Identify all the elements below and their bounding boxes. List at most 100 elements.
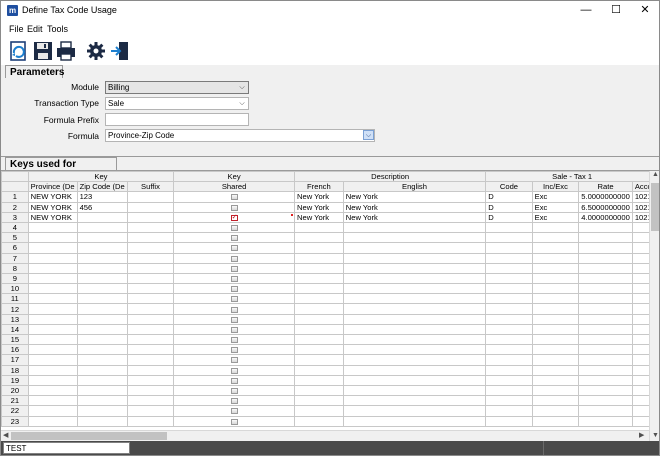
save-icon[interactable]	[32, 39, 54, 63]
empty-cell[interactable]	[531, 364, 580, 376]
tab-parameters[interactable]: Parameters	[5, 65, 64, 79]
empty-cell[interactable]	[578, 364, 633, 376]
horizontal-scroll-thumb[interactable]	[11, 432, 167, 440]
empty-cell[interactable]	[485, 405, 533, 417]
empty-cell[interactable]	[294, 395, 344, 407]
empty-cell[interactable]	[126, 364, 175, 376]
shared-checkbox[interactable]	[230, 265, 238, 272]
cell-inc-exc[interactable]: Exc	[531, 191, 580, 203]
shared-checkbox[interactable]	[230, 213, 238, 221]
empty-cell[interactable]	[27, 364, 78, 376]
empty-cell[interactable]	[76, 384, 128, 397]
empty-cell[interactable]	[173, 272, 296, 285]
menu-edit[interactable]: Edit	[27, 24, 43, 34]
table-row[interactable]: 10	[1, 283, 659, 295]
cell-inc-exc[interactable]: Exc	[531, 211, 580, 223]
empty-cell[interactable]	[126, 415, 175, 427]
cell-english[interactable]: New York	[342, 191, 487, 203]
table-row[interactable]: 14	[1, 323, 659, 336]
empty-cell[interactable]	[578, 323, 633, 336]
empty-cell[interactable]	[126, 283, 175, 295]
empty-cell[interactable]	[76, 242, 128, 254]
empty-cell[interactable]	[578, 405, 633, 417]
empty-cell[interactable]	[126, 313, 175, 325]
empty-cell[interactable]	[342, 232, 487, 244]
table-row[interactable]: 13	[1, 313, 659, 325]
empty-cell[interactable]	[27, 333, 78, 346]
shared-checkbox[interactable]	[230, 418, 238, 425]
table-row[interactable]: 8	[1, 262, 659, 274]
cell-code[interactable]: D	[485, 201, 533, 213]
empty-cell[interactable]	[76, 283, 128, 295]
cell-zip-code[interactable]: 123	[76, 191, 128, 203]
shared-checkbox[interactable]	[230, 306, 238, 313]
empty-cell[interactable]	[76, 344, 128, 356]
empty-cell[interactable]	[173, 395, 296, 407]
cell-english[interactable]: New York	[342, 201, 487, 213]
empty-cell[interactable]	[485, 364, 533, 376]
column-header-shared[interactable]: Shared	[173, 181, 296, 193]
column-header-zip-code[interactable]: Zip Code (De	[76, 181, 128, 193]
empty-cell[interactable]	[531, 405, 580, 417]
empty-cell[interactable]	[294, 374, 344, 386]
empty-cell[interactable]	[485, 384, 533, 397]
empty-cell[interactable]	[342, 283, 487, 295]
table-row[interactable]: 21	[1, 395, 659, 407]
cell-inc-exc[interactable]: Exc	[531, 201, 580, 213]
empty-cell[interactable]	[76, 323, 128, 336]
empty-cell[interactable]	[173, 374, 296, 386]
empty-cell[interactable]	[27, 344, 78, 356]
empty-cell[interactable]	[531, 262, 580, 274]
empty-cell[interactable]	[578, 252, 633, 264]
empty-cell[interactable]	[531, 221, 580, 234]
empty-cell[interactable]	[342, 374, 487, 386]
empty-cell[interactable]	[294, 232, 344, 244]
empty-cell[interactable]	[76, 252, 128, 264]
empty-cell[interactable]	[294, 313, 344, 325]
shared-checkbox[interactable]	[230, 286, 238, 293]
empty-cell[interactable]	[578, 283, 633, 295]
empty-cell[interactable]	[531, 384, 580, 397]
table-row[interactable]: 18	[1, 364, 659, 376]
empty-cell[interactable]	[27, 272, 78, 285]
table-row[interactable]: 16	[1, 344, 659, 356]
empty-cell[interactable]	[485, 344, 533, 356]
empty-cell[interactable]	[76, 333, 128, 346]
table-row[interactable]: 15	[1, 333, 659, 346]
empty-cell[interactable]	[27, 262, 78, 274]
shared-checkbox[interactable]	[230, 316, 238, 323]
empty-cell[interactable]	[578, 395, 633, 407]
empty-cell[interactable]	[485, 354, 533, 366]
empty-cell[interactable]	[531, 354, 580, 366]
empty-cell[interactable]	[485, 303, 533, 315]
empty-cell[interactable]	[173, 384, 296, 397]
empty-cell[interactable]	[126, 333, 175, 346]
column-header-code[interactable]: Code	[485, 181, 533, 193]
shared-checkbox[interactable]	[230, 377, 238, 384]
empty-cell[interactable]	[294, 252, 344, 264]
empty-cell[interactable]	[294, 354, 344, 366]
empty-cell[interactable]	[342, 405, 487, 417]
empty-cell[interactable]	[485, 333, 533, 346]
cell-suffix[interactable]	[126, 211, 175, 223]
empty-cell[interactable]	[173, 354, 296, 366]
empty-cell[interactable]	[126, 293, 175, 305]
column-header-inc-exc[interactable]: Inc/Exc	[531, 181, 580, 193]
horizontal-scrollbar[interactable]: ◀ ▶	[1, 430, 649, 441]
minimize-button[interactable]: —	[571, 1, 601, 21]
empty-cell[interactable]	[531, 333, 580, 346]
empty-cell[interactable]	[485, 232, 533, 244]
empty-cell[interactable]	[578, 232, 633, 244]
empty-cell[interactable]	[126, 242, 175, 254]
scroll-right-icon[interactable]: ▶	[639, 431, 644, 439]
empty-cell[interactable]	[76, 262, 128, 274]
empty-cell[interactable]	[126, 395, 175, 407]
empty-cell[interactable]	[578, 354, 633, 366]
table-row[interactable]: 12	[1, 303, 659, 315]
shared-checkbox[interactable]	[230, 367, 238, 374]
empty-cell[interactable]	[27, 303, 78, 315]
empty-cell[interactable]	[342, 395, 487, 407]
empty-cell[interactable]	[126, 272, 175, 285]
table-row[interactable]: 22	[1, 405, 659, 417]
empty-cell[interactable]	[76, 405, 128, 417]
